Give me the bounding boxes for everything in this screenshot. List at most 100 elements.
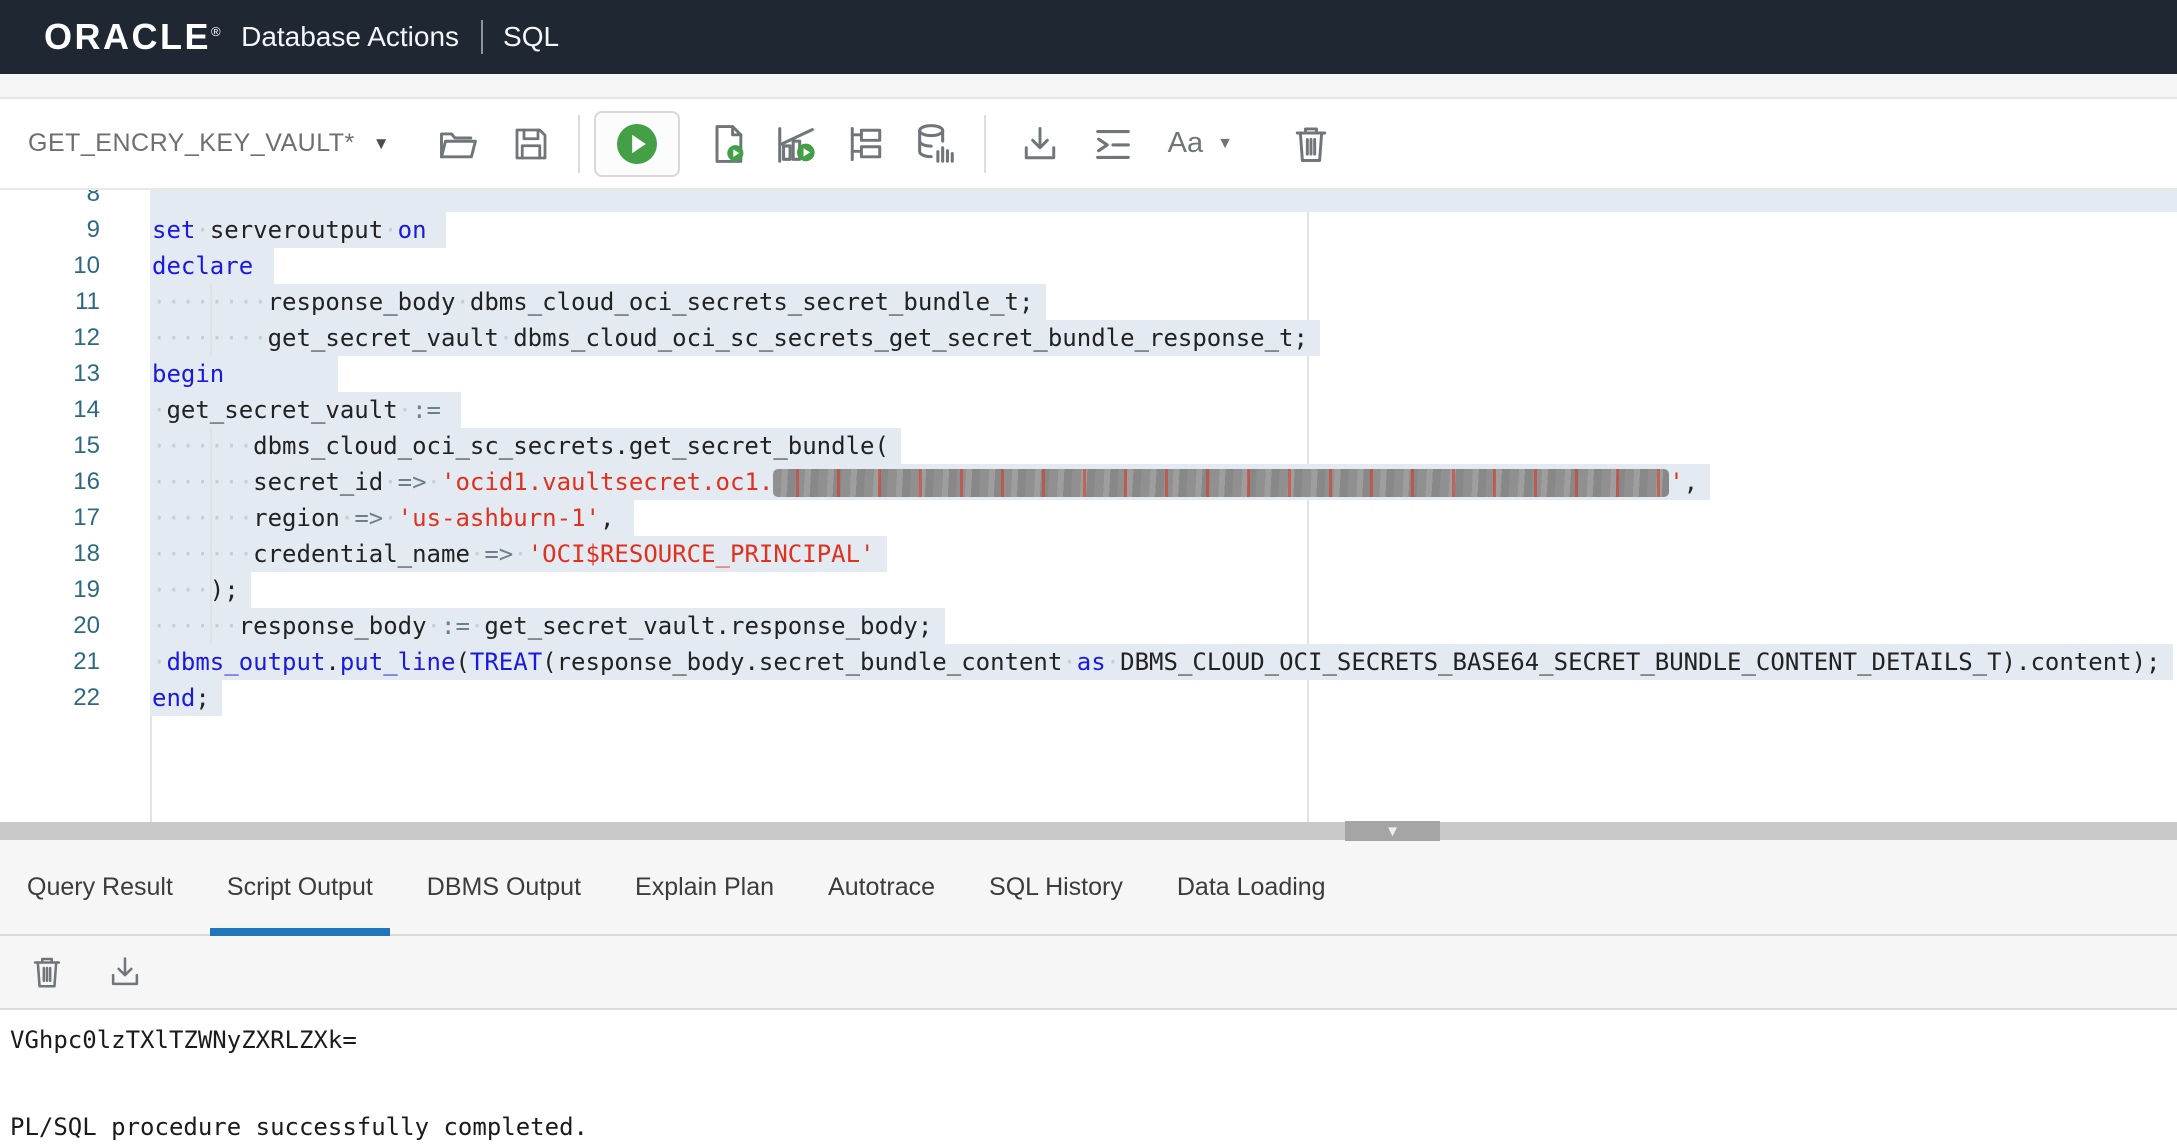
line-number: 14 xyxy=(0,392,100,428)
tab-script-output[interactable]: Script Output xyxy=(200,840,400,934)
script-output-text: VGhpc0lzTXlTZWNyZXRLZXk= PL/SQL procedur… xyxy=(10,1026,2177,1142)
tab-dbms-output[interactable]: DBMS Output xyxy=(400,840,608,934)
database-stats-icon xyxy=(912,121,958,167)
code-line: 10 declare xyxy=(0,248,2177,284)
code-line: 12 ········get_secret_vault·dbms_cloud_oc… xyxy=(0,320,2177,356)
code-line-text: ·······credential_name·=>·'OCI$RESOURCE_… xyxy=(152,536,875,572)
line-number: 21 xyxy=(0,644,100,680)
toolbar-divider xyxy=(984,115,986,173)
tab-query-result[interactable]: Query Result xyxy=(0,840,200,934)
code-line: 20 ······response_body·:=·get_secret_vaul… xyxy=(0,608,2177,644)
code-line: 21 ·dbms_output.put_line(TREAT(response_b… xyxy=(0,644,2177,680)
download-icon xyxy=(106,953,144,991)
line-number: 8 xyxy=(0,190,100,212)
font-size-button[interactable]: Aa ▼ xyxy=(1168,127,1233,160)
code-line: 13 begin xyxy=(0,356,2177,392)
clear-output-button[interactable] xyxy=(28,953,66,991)
code-line: 11 ········response_body·dbms_cloud_oci_s… xyxy=(0,284,2177,320)
code-line: 14 ·get_secret_vault·:= xyxy=(0,392,2177,428)
code-line: 16 ·······secret_id·=>·'ocid1.vaultsecret… xyxy=(0,464,2177,500)
line-number: 19 xyxy=(0,572,100,608)
download-icon xyxy=(1018,122,1062,166)
selection-highlight xyxy=(150,190,2177,212)
line-number: 15 xyxy=(0,428,100,464)
code-line: 8 xyxy=(0,190,2177,212)
tab-sql-history[interactable]: SQL History xyxy=(962,840,1150,934)
explain-plan-button[interactable] xyxy=(844,122,888,166)
run-script-button[interactable] xyxy=(706,122,750,166)
line-number: 22 xyxy=(0,680,100,716)
code-line-text: ·get_secret_vault·:= xyxy=(152,392,441,428)
code-editor[interactable]: 89 set·serveroutput·on 10 declare 11 ········… xyxy=(0,190,2177,822)
font-size-caret: ▼ xyxy=(1217,135,1233,153)
code-line-text: ·······dbms_cloud_oci_sc_secrets.get_sec… xyxy=(152,428,889,464)
registered-mark: ® xyxy=(211,24,223,39)
indent-guide xyxy=(210,428,212,644)
folder-open-icon xyxy=(436,122,480,166)
script-output-panel: VGhpc0lzTXlTZWNyZXRLZXk= PL/SQL procedur… xyxy=(0,1010,2177,1146)
line-number: 9 xyxy=(0,212,100,248)
code-line: 15 ·······dbms_cloud_oci_sc_secrets.get_s… xyxy=(0,428,2177,464)
font-size-label: Aa xyxy=(1168,127,1203,160)
worksheet-name[interactable]: GET_ENCRY_KEY_VAULT* xyxy=(28,129,355,158)
trash-icon xyxy=(1289,122,1333,166)
line-number: 20 xyxy=(0,608,100,644)
code-line: 18 ·······credential_name·=>·'OCI$RESOURC… xyxy=(0,536,2177,572)
code-line: 17·······region·=>·'us-ashburn-1', xyxy=(0,500,2177,536)
sql-monitor-button[interactable] xyxy=(912,121,958,167)
line-number: 16 xyxy=(0,464,100,500)
code-line-text: set·serveroutput·on xyxy=(152,212,427,248)
run-statement-icon xyxy=(613,120,661,168)
code-line-text: ····); xyxy=(152,572,239,608)
tab-explain-plan[interactable]: Explain Plan xyxy=(608,840,801,934)
code-line-text: declare xyxy=(152,248,253,284)
run-statement-button[interactable] xyxy=(594,111,680,177)
code-line-text: end; xyxy=(152,680,210,716)
code-line-text: begin xyxy=(152,356,224,392)
line-number: 18 xyxy=(0,536,100,572)
download-button[interactable] xyxy=(1018,122,1062,166)
line-number: 10 xyxy=(0,248,100,284)
tab-data-loading[interactable]: Data Loading xyxy=(1150,840,1353,934)
code-line-text: ········response_body·dbms_cloud_oci_sec… xyxy=(152,284,1033,320)
tab-autotrace[interactable]: Autotrace xyxy=(801,840,962,934)
line-number: 11 xyxy=(0,284,100,320)
open-worksheet-button[interactable] xyxy=(436,122,480,166)
worksheet-dropdown-caret[interactable]: ▼ xyxy=(373,134,390,154)
trash-icon xyxy=(28,953,66,991)
app-header: ORACLE® Database Actions SQL xyxy=(0,0,2177,74)
chart-run-icon xyxy=(774,121,820,167)
code-line: 19 ····); xyxy=(0,572,2177,608)
oracle-logo: ORACLE® xyxy=(44,16,223,58)
line-number: 12 xyxy=(0,320,100,356)
code-line-text: ·······region·=>·'us-ashburn-1', xyxy=(152,500,614,536)
product-title: Database Actions xyxy=(241,21,459,53)
download-output-button[interactable] xyxy=(106,953,144,991)
autotrace-button[interactable] xyxy=(774,121,820,167)
editor-rows: 89 set·serveroutput·on 10 declare 11 ········… xyxy=(0,190,2177,716)
code-line-text: ······response_body·:=·get_secret_vault.… xyxy=(152,608,932,644)
output-toolbar xyxy=(0,936,2177,1010)
collapse-down-icon: ▼ xyxy=(1385,824,1400,839)
code-line: 9 set·serveroutput·on xyxy=(0,212,2177,248)
toolbar-divider xyxy=(578,115,580,173)
code-line: 22 end; xyxy=(0,680,2177,716)
save-worksheet-button[interactable] xyxy=(510,123,552,165)
code-line-text: ·dbms_output.put_line(TREAT(response_bod… xyxy=(152,644,2161,680)
save-icon xyxy=(510,123,552,165)
panel-splitter[interactable]: ▼ xyxy=(0,822,2177,840)
app-title: SQL xyxy=(503,21,559,53)
indent-guide xyxy=(210,284,212,356)
splitter-collapse-handle[interactable]: ▼ xyxy=(1345,821,1440,841)
header-divider xyxy=(481,20,483,54)
result-tabbar: Query ResultScript OutputDBMS OutputExpl… xyxy=(0,840,2177,936)
worksheet-toolbar: GET_ENCRY_KEY_VAULT* ▼ xyxy=(0,99,2177,190)
code-line-text: ········get_secret_vault·dbms_cloud_oci_… xyxy=(152,320,1308,356)
redacted-secret xyxy=(773,469,1669,497)
clear-worksheet-button[interactable] xyxy=(1289,122,1333,166)
header-substrip xyxy=(0,74,2177,99)
line-number: 13 xyxy=(0,356,100,392)
code-line-text: ·······secret_id·=>·'ocid1.vaultsecret.o… xyxy=(152,464,1698,500)
hierarchy-icon xyxy=(844,122,888,166)
format-button[interactable] xyxy=(1090,121,1136,167)
